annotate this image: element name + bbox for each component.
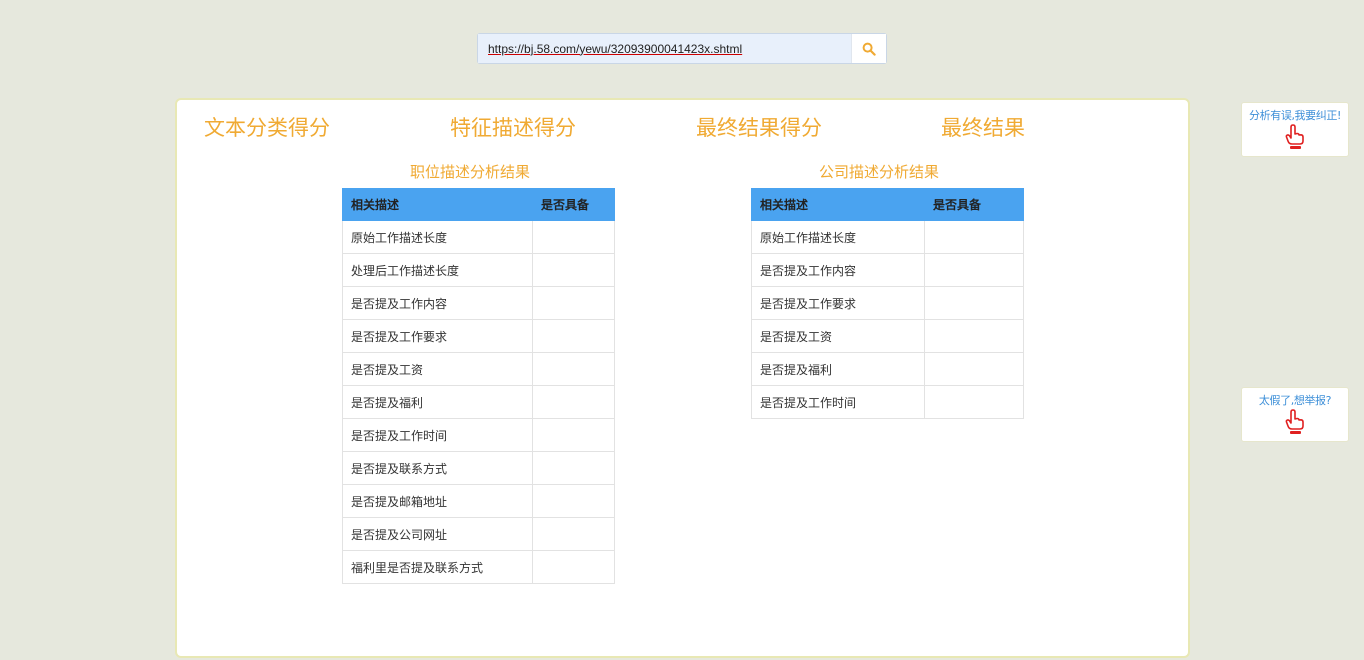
- table-row: 是否提及工资: [342, 352, 615, 386]
- report-fake-label: 太假了,想举报?: [1258, 394, 1332, 407]
- correct-analysis-button[interactable]: 分析有误,我要纠正!: [1241, 102, 1349, 157]
- row-label: 是否提及福利: [751, 352, 925, 386]
- table-row: 是否提及工作内容: [751, 253, 1024, 287]
- table-row: 是否提及工作要求: [342, 319, 615, 353]
- row-value: [532, 517, 615, 551]
- column-header-description: 相关描述: [342, 188, 533, 221]
- correct-analysis-label: 分析有误,我要纠正!: [1249, 109, 1341, 122]
- row-label: 是否提及工资: [751, 319, 925, 353]
- final-score-heading: 最终结果得分: [696, 116, 822, 140]
- report-fake-button[interactable]: 太假了,想举报?: [1241, 387, 1349, 442]
- row-value: [532, 484, 615, 518]
- row-value: [924, 352, 1024, 386]
- job-analysis-title: 职位描述分析结果: [410, 163, 531, 181]
- row-label: 是否提及邮箱地址: [342, 484, 533, 518]
- row-label: 是否提及工作要求: [342, 319, 533, 353]
- row-label: 是否提及工作时间: [342, 418, 533, 452]
- row-value: [532, 418, 615, 452]
- row-value: [924, 385, 1024, 419]
- table-row: 是否提及工资: [751, 319, 1024, 353]
- table-row: 是否提及邮箱地址: [342, 484, 615, 518]
- row-value: [532, 352, 615, 386]
- row-value: [532, 319, 615, 353]
- column-header-present: 是否具备: [532, 188, 615, 221]
- table-row: 原始工作描述长度: [342, 220, 615, 254]
- row-label: 原始工作描述长度: [342, 220, 533, 254]
- row-value: [924, 220, 1024, 254]
- table-header-row: 相关描述 是否具备: [751, 188, 1024, 221]
- row-value: [532, 286, 615, 320]
- column-header-present: 是否具备: [924, 188, 1024, 221]
- table-row: 是否提及福利: [751, 352, 1024, 386]
- row-label: 福利里是否提及联系方式: [342, 550, 533, 584]
- row-label: 是否提及联系方式: [342, 451, 533, 485]
- search-button[interactable]: [851, 34, 886, 63]
- table-row: 原始工作描述长度: [751, 220, 1024, 254]
- row-label: 是否提及福利: [342, 385, 533, 419]
- table-row: 是否提及工作要求: [751, 286, 1024, 320]
- table-row: 处理后工作描述长度: [342, 253, 615, 287]
- column-header-description: 相关描述: [751, 188, 925, 221]
- row-value: [532, 550, 615, 584]
- table-row: 是否提及福利: [342, 385, 615, 419]
- table-row: 是否提及工作时间: [751, 385, 1024, 419]
- table-header-row: 相关描述 是否具备: [342, 188, 615, 221]
- table-row: 是否提及工作内容: [342, 286, 615, 320]
- row-label: 原始工作描述长度: [751, 220, 925, 254]
- text-class-score-heading: 文本分类得分: [204, 116, 330, 140]
- row-label: 是否提及工作内容: [342, 286, 533, 320]
- result-panel: 文本分类得分 特征描述得分 最终结果得分 最终结果 职位描述分析结果 相关描述 …: [175, 98, 1190, 658]
- row-value: [924, 253, 1024, 287]
- row-value: [532, 220, 615, 254]
- row-label: 是否提及工作内容: [751, 253, 925, 287]
- url-input[interactable]: [478, 34, 851, 63]
- feature-desc-score-heading: 特征描述得分: [450, 116, 576, 140]
- search-icon: [862, 42, 876, 56]
- row-label: 是否提及工作要求: [751, 286, 925, 320]
- row-label: 是否提及公司网址: [342, 517, 533, 551]
- table-row: 是否提及联系方式: [342, 451, 615, 485]
- table-row: 是否提及工作时间: [342, 418, 615, 452]
- final-result-heading: 最终结果: [941, 116, 1025, 140]
- row-value: [924, 286, 1024, 320]
- company-analysis-table: 相关描述 是否具备 原始工作描述长度 是否提及工作内容 是否提及工作要求 是否提…: [751, 188, 1024, 419]
- row-value: [532, 385, 615, 419]
- company-analysis-title: 公司描述分析结果: [819, 163, 940, 181]
- pointing-hand-icon: [1285, 409, 1304, 434]
- row-value: [532, 451, 615, 485]
- pointing-hand-icon: [1285, 124, 1304, 149]
- row-label: 处理后工作描述长度: [342, 253, 533, 287]
- table-row: 是否提及公司网址: [342, 517, 615, 551]
- table-row: 福利里是否提及联系方式: [342, 550, 615, 584]
- row-value: [924, 319, 1024, 353]
- url-search-bar: [477, 33, 887, 64]
- row-value: [532, 253, 615, 287]
- row-label: 是否提及工作时间: [751, 385, 925, 419]
- row-label: 是否提及工资: [342, 352, 533, 386]
- job-analysis-table: 相关描述 是否具备 原始工作描述长度 处理后工作描述长度 是否提及工作内容 是否…: [342, 188, 615, 584]
